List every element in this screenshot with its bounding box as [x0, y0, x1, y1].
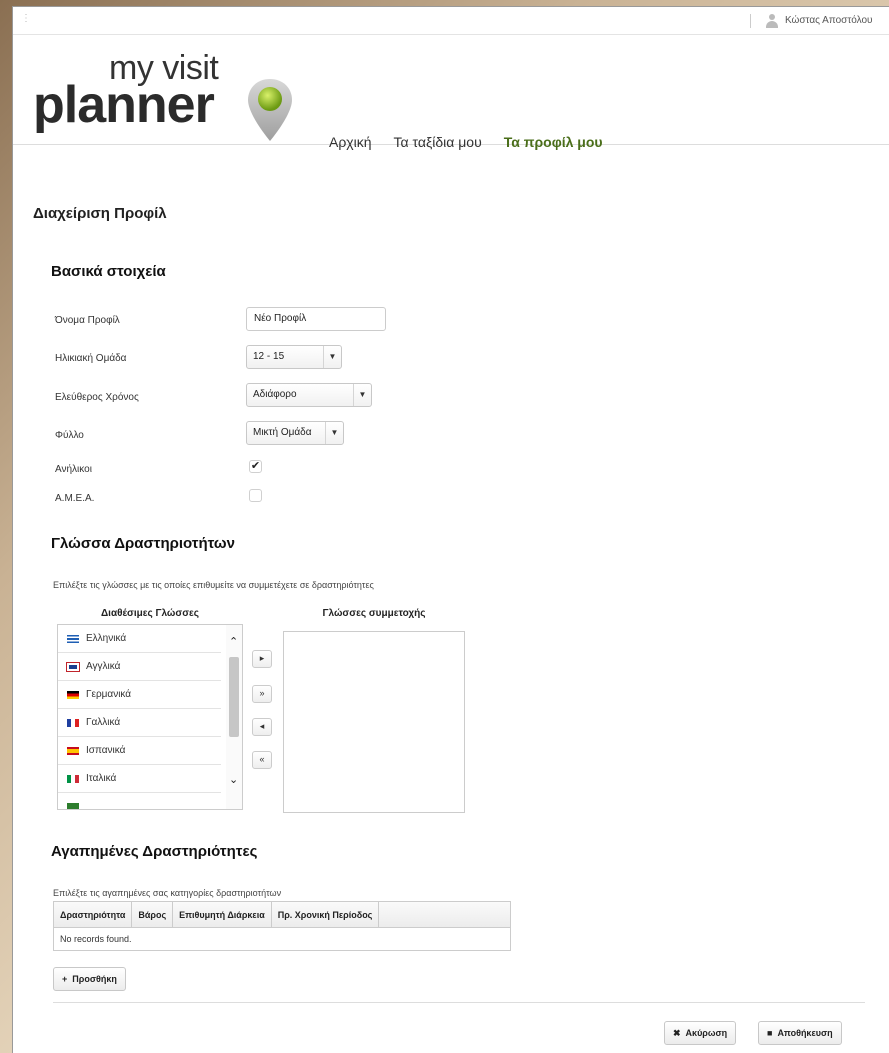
list-item[interactable] [58, 793, 221, 809]
language-label: Γαλλικά [86, 717, 121, 728]
spain-flag-icon [67, 746, 79, 755]
user-name[interactable]: Κώστας Αποστόλου [785, 15, 873, 26]
italy-flag-icon [67, 774, 79, 783]
free-time-value: Αδιάφορο [253, 389, 297, 400]
activities-section-title: Αγαπημένες Δραστηριότητες [51, 843, 258, 860]
cancel-button[interactable]: ✖ Ακύρωση [664, 1021, 737, 1045]
age-group-label: Ηλικιακή Ομάδα [55, 353, 127, 364]
france-flag-icon [67, 718, 79, 727]
chevron-down-icon[interactable]: ⌄ [229, 773, 238, 786]
chevron-down-icon: ▼ [325, 422, 343, 444]
site-header: my visit planner Αρχική Τα ταξίδια μου Τ… [13, 35, 889, 150]
list-item[interactable]: Ελληνικά [58, 625, 221, 653]
add-button-label: Προσθήκη [72, 974, 117, 984]
germany-flag-icon [67, 690, 79, 699]
list-scrollbar[interactable]: ⌃ ⌄ [226, 625, 242, 809]
plus-icon: + [62, 974, 68, 984]
save-icon: ■ [767, 1028, 773, 1038]
available-languages-header: Διαθέσιμες Γλώσσες [100, 608, 200, 619]
uk-flag-icon [66, 661, 80, 672]
scrollbar-thumb[interactable] [229, 657, 239, 737]
flag-icon [67, 802, 79, 809]
available-languages-list[interactable]: Ελληνικά Αγγλικά Γερμανικά Γαλλικά Ισπαν… [57, 624, 243, 810]
language-label: Αγγλικά [86, 661, 121, 672]
language-label: Γερμανικά [86, 689, 132, 700]
save-button[interactable]: ■ Αποθήκευση [758, 1021, 842, 1045]
column-header-duration[interactable]: Επιθυμητή Διάρκεια [173, 902, 272, 927]
location-pin-icon [248, 79, 292, 141]
gender-select[interactable]: Μικτή Ομάδα ▼ [246, 421, 344, 445]
chevron-up-icon[interactable]: ⌃ [229, 635, 238, 648]
age-group-select[interactable]: 12 - 15 ▼ [246, 345, 342, 369]
free-time-select[interactable]: Αδιάφορο ▼ [246, 383, 372, 407]
separator [750, 14, 751, 28]
list-item[interactable]: Γερμανικά [58, 681, 221, 709]
language-label: Ελληνικά [86, 633, 127, 644]
profile-name-label: Όνομα Προφίλ [55, 315, 120, 326]
selected-languages-list[interactable] [283, 631, 465, 813]
chevron-down-icon: ▼ [323, 346, 341, 368]
move-left-button[interactable]: ◂ [252, 718, 272, 736]
close-icon: ✖ [673, 1027, 681, 1038]
column-header-activity[interactable]: Δραστηριότητα [54, 902, 133, 927]
list-item[interactable]: Αγγλικά [58, 653, 221, 681]
languages-helper-text: Επιλέξτε τις γλώσσες με τις οποίες επιθυ… [53, 580, 374, 590]
selected-languages-header: Γλώσσες συμμετοχής [322, 608, 426, 619]
list-item[interactable]: Γαλλικά [58, 709, 221, 737]
user-icon [766, 14, 778, 28]
top-bar: ⋮ Κώστας Αποστόλου [13, 7, 889, 35]
move-all-right-button[interactable]: » [252, 685, 272, 703]
language-label: Ισπανικά [86, 745, 126, 756]
gender-value: Μικτή Ομάδα [253, 427, 312, 438]
cancel-button-label: Ακύρωση [685, 1028, 728, 1038]
greece-flag-icon [67, 634, 79, 643]
nav-my-trips[interactable]: Τα ταξίδια μου [394, 134, 482, 150]
language-label: Ιταλικά [86, 773, 117, 784]
divider [53, 1002, 865, 1003]
profile-name-field[interactable]: Νέο Προφίλ [246, 307, 386, 331]
logo-text-bottom[interactable]: planner [33, 75, 215, 135]
column-header-weight[interactable]: Βάρος [132, 902, 174, 927]
gender-label: Φύλλο [55, 430, 84, 441]
free-time-label: Ελεύθερος Χρόνος [55, 392, 139, 403]
list-item[interactable]: Ισπανικά [58, 737, 221, 765]
save-button-label: Αποθήκευση [777, 1028, 833, 1038]
app-window: ⋮ Κώστας Αποστόλου my visit planner Αρχι… [12, 6, 889, 1053]
nav-my-profiles[interactable]: Τα προφίλ μου [504, 134, 603, 150]
add-activity-button[interactable]: + Προσθήκη [53, 967, 126, 991]
move-right-button[interactable]: ▸ [252, 650, 272, 668]
main-nav: Αρχική Τα ταξίδια μου Τα προφίλ μου [329, 134, 603, 150]
page-title: Διαχείριση Προφίλ [33, 205, 167, 222]
activities-helper-text: Επιλέξτε τις αγαπημένες σας κατηγορίες δ… [53, 888, 282, 898]
move-all-left-button[interactable]: « [252, 751, 272, 769]
age-group-value: 12 - 15 [253, 351, 285, 362]
basic-section-title: Βασικά στοιχεία [51, 263, 166, 280]
tab-marker: ⋮ [21, 13, 31, 24]
nav-home[interactable]: Αρχική [329, 134, 372, 150]
column-header-period[interactable]: Πρ. Χρονική Περίοδος [272, 902, 380, 927]
empty-table-message: No records found. [60, 934, 132, 944]
activities-table: Δραστηριότητα Βάρος Επιθυμητή Διάρκεια Π… [53, 901, 511, 951]
amea-checkbox[interactable] [249, 489, 262, 502]
chevron-down-icon: ▼ [353, 384, 371, 406]
languages-section-title: Γλώσσα Δραστηριοτήτων [51, 535, 235, 552]
adults-checkbox[interactable]: ✔ [249, 460, 262, 473]
table-header: Δραστηριότητα Βάρος Επιθυμητή Διάρκεια Π… [54, 902, 510, 928]
amea-label: Α.Μ.Ε.Α. [55, 493, 95, 504]
adults-label: Ανήλικοι [55, 464, 92, 475]
list-item[interactable]: Ιταλικά [58, 765, 221, 793]
